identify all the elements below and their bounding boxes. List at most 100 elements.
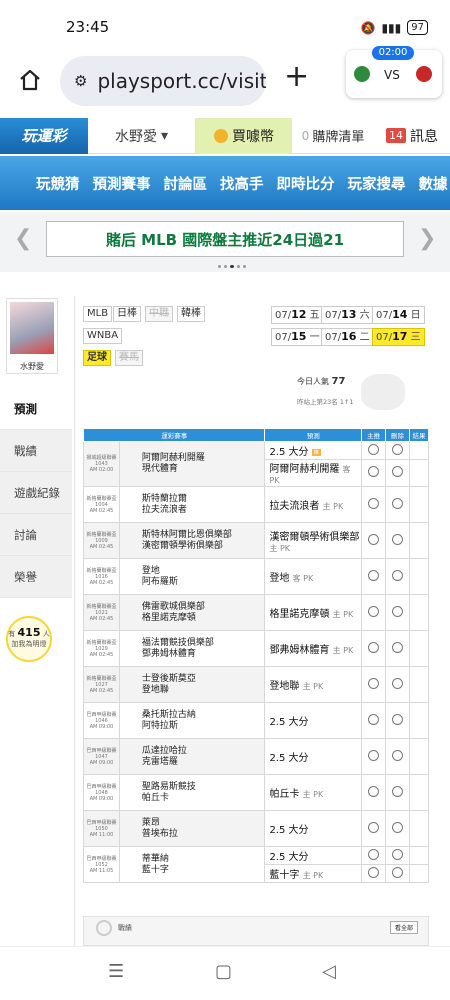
league-tab[interactable]: MLB (83, 306, 113, 322)
message-button[interactable]: 14 訊息 (374, 118, 450, 154)
delete-radio[interactable] (392, 641, 404, 653)
nav-item[interactable]: 預測賽事 (93, 173, 151, 194)
league-tab[interactable]: 韓棒 (177, 306, 205, 322)
main-pick-radio[interactable] (368, 641, 380, 653)
site-logo[interactable]: 玩運彩 (0, 117, 88, 154)
promo-text[interactable]: 賭后 MLB 國際盤主推近24日過21 (46, 221, 404, 257)
mascot-image (361, 374, 405, 410)
main-pick-radio[interactable] (368, 713, 380, 725)
main-pick-radio[interactable] (368, 866, 380, 878)
main-pick-radio-cell (361, 486, 387, 523)
delete-radio[interactable] (392, 713, 404, 725)
main-pick-radio[interactable] (368, 569, 380, 581)
col-del: 刪除 (385, 428, 410, 442)
date-tab[interactable]: 07/14 日 (372, 306, 425, 324)
menu-icon[interactable]: ☰ (108, 961, 124, 982)
delete-radio[interactable] (392, 749, 404, 761)
main-pick-radio[interactable] (368, 466, 380, 477)
main-pick-radio[interactable] (368, 821, 380, 833)
back-icon[interactable]: ◁ (322, 961, 336, 982)
match-teams[interactable]: 萊昂 普埃布拉 (118, 810, 266, 847)
next-arrow-icon[interactable]: ❯ (418, 226, 436, 251)
delete-radio[interactable] (392, 848, 404, 860)
nav-item[interactable]: 玩家搜尋 (348, 173, 406, 194)
prediction-text: 漢密爾頓學術俱樂部 (269, 531, 360, 543)
delete-radio[interactable] (392, 866, 404, 878)
sidebar-item-predict[interactable]: 預測 (0, 388, 72, 430)
league-tab[interactable]: 中職 (145, 306, 173, 322)
main-pick-radio[interactable] (368, 785, 380, 797)
match-teams[interactable]: 登地 阿布羅斯 (118, 558, 266, 595)
delete-radio[interactable] (392, 466, 404, 477)
match-teams[interactable]: 福法爾競技俱樂部 鄧弗姆林體育 (118, 630, 266, 667)
match-teams[interactable]: 佛雷歌城俱樂部 格里諾克摩頓 (118, 594, 266, 631)
delete-radio[interactable] (392, 443, 404, 455)
delete-radio[interactable] (392, 569, 404, 581)
match-info-line: 巴西甲級聯賽 (86, 855, 117, 862)
match-teams[interactable]: 桑托斯拉古納 阿特拉斯 (118, 702, 266, 739)
delete-radio[interactable] (392, 785, 404, 797)
avatar[interactable]: 水野愛 (6, 298, 58, 374)
main-pick-radio[interactable] (368, 749, 380, 761)
delete-radio[interactable] (392, 821, 404, 833)
match-teams[interactable]: 斯特林阿爾比恩俱樂部 漢密爾頓學術俱樂部 (118, 522, 266, 559)
view-all-button[interactable]: 看全部 (389, 921, 418, 934)
buy-coin-button[interactable]: 買噱幣 (196, 117, 292, 154)
user-menu[interactable]: 水野愛 ▾ (88, 117, 196, 154)
match-teams[interactable]: 斯特蘭拉爾 拉夫流浪者 (118, 486, 266, 523)
sidebar-item-record[interactable]: 戰績 (0, 430, 72, 472)
delete-radio[interactable] (392, 605, 404, 617)
league-tab[interactable]: 日棒 (113, 306, 141, 322)
delete-radio-cell (385, 702, 410, 739)
result-cell (409, 558, 429, 595)
home-button-icon[interactable]: ▢ (215, 961, 232, 982)
main-pick-radio[interactable] (368, 677, 380, 689)
match-teams[interactable]: 阿爾阿赫利開羅 現代體育 (118, 441, 266, 487)
nav-item[interactable]: 討論區 (164, 173, 208, 194)
nav-item[interactable]: 玩競猜 (36, 173, 80, 194)
league-tab[interactable]: 賽馬 (115, 350, 143, 366)
cart-button[interactable]: 0 購牌清單 (292, 118, 374, 154)
main-pick-radio-cell (361, 558, 387, 595)
delete-radio[interactable] (392, 497, 404, 509)
follow-bulb[interactable]: 有 415 人 加我為明燈 (6, 616, 52, 662)
date-tab[interactable]: 07/16 二 (321, 328, 374, 346)
date-tab[interactable]: 07/17 三 (372, 328, 425, 346)
date-weekday: 六 (359, 310, 370, 321)
date-tab[interactable]: 07/15 一 (271, 328, 324, 346)
team-name: 阿特拉斯 (141, 720, 178, 731)
address-bar[interactable]: ⚙ playsport.cc/visit (60, 56, 266, 106)
league-tab[interactable]: 足球 (83, 350, 111, 366)
date-weekday: 五 (309, 310, 320, 321)
main-pick-radio[interactable] (368, 443, 380, 455)
match-teams[interactable]: 聖路易斯競技 帕丘卡 (118, 774, 266, 811)
sidebar-item-discuss[interactable]: 討論 (0, 514, 72, 556)
match-teams[interactable]: 蒂華納 藍十字 (118, 846, 266, 883)
new-tab-button[interactable]: + (284, 62, 309, 92)
nav-item[interactable]: 找高手 (220, 173, 264, 194)
delete-radio[interactable] (392, 533, 404, 545)
main-pick-radio[interactable] (368, 605, 380, 617)
nav-item[interactable]: 即時比分 (277, 173, 335, 194)
main-pick-radio[interactable] (368, 497, 380, 509)
site-settings-icon[interactable]: ⚙ (74, 72, 87, 90)
team-name: 聖路易斯競技 (141, 781, 196, 792)
recommend-badge: 推 (311, 448, 321, 456)
prev-arrow-icon[interactable]: ❮ (14, 226, 32, 251)
date-tab[interactable]: 07/12 五 (271, 306, 324, 324)
date-tab[interactable]: 07/13 六 (321, 306, 374, 324)
league-tab[interactable]: WNBA (83, 328, 123, 344)
team-logo-home-icon (354, 66, 370, 82)
home-icon[interactable] (18, 68, 42, 92)
nav-item[interactable]: 數據 (419, 173, 448, 194)
prediction-cell: 2.5 大分 (264, 810, 363, 847)
sidebar-item-game-log[interactable]: 遊戲紀錄 (0, 472, 72, 514)
sidebar-item-honor[interactable]: 榮譽 (0, 556, 72, 598)
main-pick-radio[interactable] (368, 848, 380, 860)
main-pick-radio[interactable] (368, 533, 380, 545)
main-pick-radio-cell (361, 630, 387, 667)
match-teams[interactable]: 士登後斯莫亞 登地聯 (118, 666, 266, 703)
delete-radio[interactable] (392, 677, 404, 689)
match-teams[interactable]: 瓜達拉哈拉 克雷塔羅 (118, 738, 266, 775)
live-score-widget[interactable]: 02:00 VS (346, 46, 442, 98)
